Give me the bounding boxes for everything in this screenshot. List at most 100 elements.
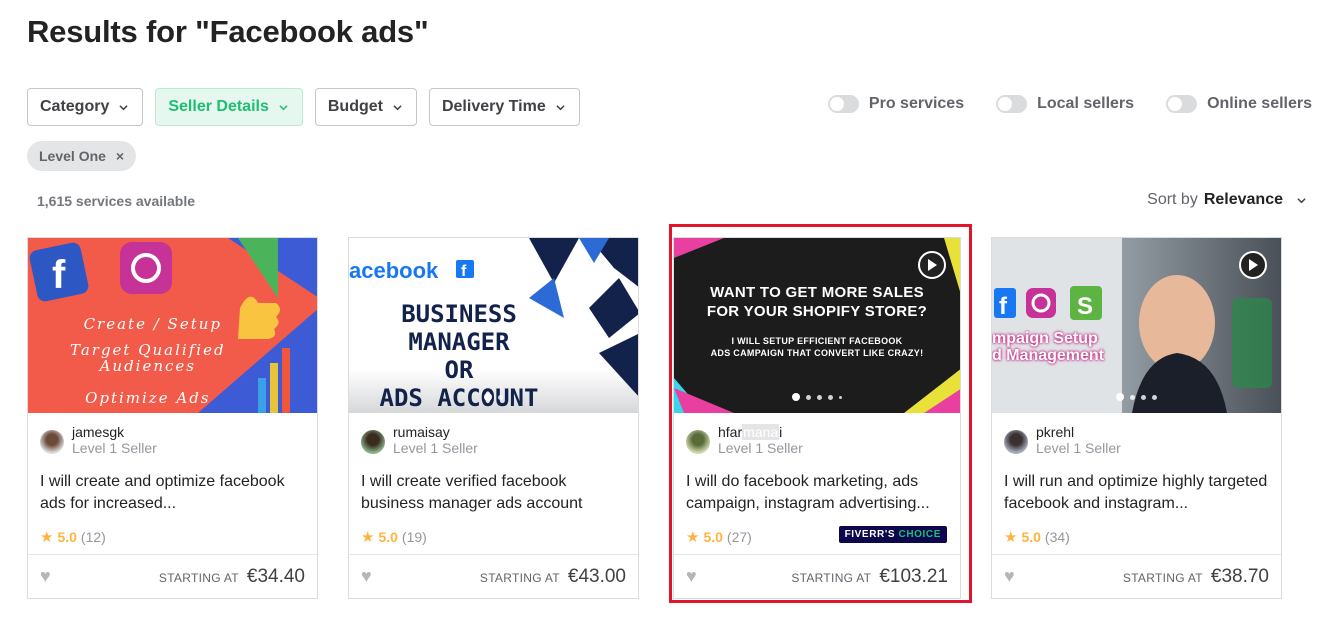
filter-bar: Category Seller Details Budget Delivery … <box>27 88 580 126</box>
carousel-dot[interactable] <box>498 394 503 400</box>
thumbnail-text: Audiences <box>99 357 196 375</box>
price-block[interactable]: STARTING AT €43.00 <box>480 566 626 588</box>
seller-name[interactable]: pkrehl <box>1036 424 1121 440</box>
avatar[interactable] <box>361 430 385 454</box>
thumbnail-text: Target Qualified <box>70 341 226 359</box>
gig-card[interactable]: f S mpaign Setup d Management pkrehl Lev… <box>991 237 1282 599</box>
svg-text:f: f <box>52 253 66 297</box>
starting-at-label: STARTING AT <box>479 570 560 585</box>
sort-dropdown[interactable]: Sort by Relevance <box>1147 191 1306 209</box>
rating-score: 5.0 <box>378 529 398 545</box>
starting-at-label: STARTING AT <box>1122 570 1203 585</box>
budget-filter[interactable]: Budget <box>314 88 417 126</box>
gig-thumbnail[interactable]: WANT TO GET MORE SALES FOR YOUR SHOPIFY … <box>674 238 960 413</box>
seller-name-redacted: mana <box>742 424 780 440</box>
category-filter[interactable]: Category <box>27 88 144 126</box>
rating-count: (27) <box>726 529 752 545</box>
carousel-dot[interactable] <box>1141 394 1146 400</box>
gig-title[interactable]: I will create verified facebook business… <box>361 471 628 515</box>
gig-title[interactable]: I will create and optimize facebook ads … <box>40 471 307 515</box>
seller-level: Level 1 Seller <box>72 440 157 456</box>
rating-count: (19) <box>401 529 427 545</box>
chevron-down-icon <box>1297 197 1306 203</box>
play-icon[interactable] <box>918 251 946 279</box>
rating-count: (12) <box>80 529 106 545</box>
thumbnail-text: d Management <box>992 347 1105 364</box>
toggle-switch[interactable] <box>1166 95 1198 113</box>
seller-details-filter-label: Seller Details <box>168 98 269 115</box>
gig-card[interactable]: WANT TO GET MORE SALES FOR YOUR SHOPIFY … <box>673 237 961 599</box>
carousel-dots[interactable] <box>992 393 1281 401</box>
online-sellers-toggle[interactable]: Online sellers <box>1166 95 1312 113</box>
gig-title[interactable]: I will do facebook marketing, ads campai… <box>686 471 950 515</box>
carousel-dots[interactable] <box>349 393 638 401</box>
carousel-dot[interactable] <box>828 394 833 400</box>
thumbnail-text: ADS CAMPAIGN THAT CONVERT LIKE CRAZY! <box>710 348 924 358</box>
pro-services-label: Pro services <box>868 95 965 112</box>
gig-card[interactable]: f Create / Setup Target Qualified Audien… <box>27 237 318 599</box>
carousel-dot[interactable] <box>839 395 842 399</box>
price: €34.40 <box>246 565 305 587</box>
thumbnail-text: mpaign Setup <box>992 330 1098 347</box>
carousel-dot[interactable] <box>817 394 822 400</box>
gig-thumbnail[interactable]: f S mpaign Setup d Management <box>992 238 1281 413</box>
delivery-time-filter[interactable]: Delivery Time <box>428 88 580 126</box>
local-sellers-toggle[interactable]: Local sellers <box>996 95 1134 113</box>
toggle-switch[interactable] <box>827 95 859 113</box>
heart-icon[interactable]: ♥ <box>361 566 372 587</box>
card-footer: ♥ STARTING AT €43.00 <box>349 554 638 598</box>
thumbnail-text: I WILL SETUP EFFICIENT FACEBOOK <box>731 336 903 346</box>
gig-thumbnail[interactable]: f acebook BUSINESS MANAGER OR ADS ACCOUN… <box>349 238 638 413</box>
heart-icon[interactable]: ♥ <box>40 566 51 587</box>
page-title: Results for "Facebook ads" <box>27 14 429 49</box>
rating: ★ 5.0 (34) <box>1004 528 1070 546</box>
chevron-down-icon <box>556 104 565 110</box>
carousel-dots[interactable] <box>674 393 960 401</box>
star-icon: ★ <box>40 529 54 546</box>
avatar[interactable] <box>40 430 64 454</box>
price-block[interactable]: STARTING AT €103.21 <box>791 566 948 588</box>
price-block[interactable]: STARTING AT €34.40 <box>159 566 305 588</box>
carousel-dot[interactable] <box>806 394 811 400</box>
thumbnail-text: OR <box>444 356 474 384</box>
rating: ★ 5.0 (27) <box>686 528 752 546</box>
thumbnail-text: WANT TO GET MORE SALES <box>710 284 924 301</box>
starting-at-label: STARTING AT <box>791 570 872 585</box>
fiverrs-choice-badge: FIVERR'S CHOICE <box>838 526 947 543</box>
avatar[interactable] <box>1004 430 1028 454</box>
carousel-dot[interactable] <box>1130 394 1135 400</box>
price: €103.21 <box>879 565 948 587</box>
thumbnail-text: FOR YOUR SHOPIFY STORE? <box>706 303 928 320</box>
seller-details-filter[interactable]: Seller Details <box>155 88 303 126</box>
gig-card[interactable]: f acebook BUSINESS MANAGER OR ADS ACCOUN… <box>348 237 639 599</box>
card-footer: ♥ STARTING AT €34.40 <box>28 554 317 598</box>
thumbnail-text: acebook <box>349 258 439 283</box>
seller-name[interactable]: hfarmanai <box>718 424 803 440</box>
price: €38.70 <box>1210 565 1269 587</box>
rating-score: 5.0 <box>703 529 723 545</box>
carousel-dot[interactable] <box>1116 393 1124 401</box>
carousel-dot[interactable] <box>1152 394 1157 400</box>
svg-text:f: f <box>461 263 467 280</box>
play-icon[interactable] <box>1239 251 1267 279</box>
toggle-group: Pro services Local sellers Online seller… <box>827 95 1312 113</box>
close-icon[interactable]: × <box>116 148 124 164</box>
gig-thumbnail[interactable]: f Create / Setup Target Qualified Audien… <box>28 238 317 413</box>
seller-info: hfarmanai Level 1 Seller <box>686 424 803 457</box>
seller-name[interactable]: rumaisay <box>393 424 478 440</box>
star-icon: ★ <box>686 529 700 546</box>
pro-services-toggle[interactable]: Pro services <box>827 95 965 113</box>
seller-info: pkrehl Level 1 Seller <box>1004 424 1121 457</box>
carousel-dot[interactable] <box>792 393 800 401</box>
toggle-switch[interactable] <box>996 95 1028 113</box>
heart-icon[interactable]: ♥ <box>686 566 697 587</box>
seller-name[interactable]: jamesgk <box>72 424 157 440</box>
gig-title[interactable]: I will run and optimize highly targeted … <box>1004 471 1271 515</box>
play-triangle <box>928 259 937 271</box>
seller-level: Level 1 Seller <box>718 440 803 456</box>
carousel-dot[interactable] <box>484 393 492 401</box>
category-filter-label: Category <box>40 98 110 115</box>
avatar[interactable] <box>686 430 710 454</box>
heart-icon[interactable]: ♥ <box>1004 566 1015 587</box>
price-block[interactable]: STARTING AT €38.70 <box>1123 566 1269 588</box>
